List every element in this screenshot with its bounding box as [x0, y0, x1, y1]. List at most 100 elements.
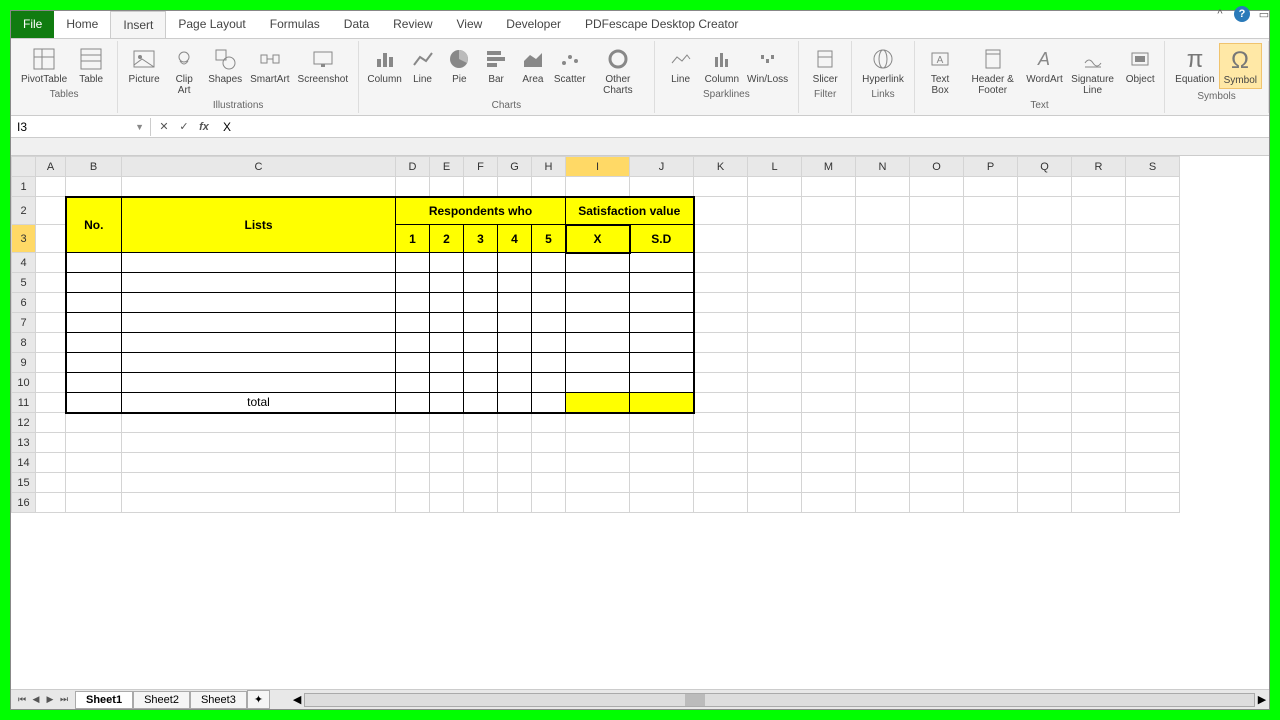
cell-total[interactable]: total: [122, 393, 396, 413]
row-header[interactable]: 14: [12, 453, 36, 473]
symbol-button[interactable]: ΩSymbol: [1219, 43, 1262, 89]
smartart-button[interactable]: SmartArt: [246, 43, 293, 98]
tab-file[interactable]: File: [11, 11, 54, 38]
col-header[interactable]: H: [532, 157, 566, 177]
object-button[interactable]: Object: [1122, 43, 1158, 98]
col-header[interactable]: J: [630, 157, 694, 177]
formula-input[interactable]: [223, 120, 1263, 134]
sheet-nav-next-icon[interactable]: ▶: [43, 694, 57, 705]
sparkline-winloss-button[interactable]: Win/Loss: [743, 43, 792, 87]
area-chart-button[interactable]: Area: [515, 43, 552, 98]
col-header[interactable]: Q: [1018, 157, 1072, 177]
cell-r1[interactable]: 1: [396, 225, 430, 253]
fx-icon[interactable]: fx: [195, 118, 213, 136]
tab-insert[interactable]: Insert: [110, 11, 166, 38]
clipart-button[interactable]: Clip Art: [164, 43, 204, 98]
row-header[interactable]: 12: [12, 413, 36, 433]
tab-data[interactable]: Data: [332, 11, 381, 38]
line-chart-button[interactable]: Line: [404, 43, 441, 98]
textbox-button[interactable]: AText Box: [921, 43, 959, 98]
cell-r5[interactable]: 5: [532, 225, 566, 253]
col-header[interactable]: S: [1126, 157, 1180, 177]
cancel-icon[interactable]: ✕: [155, 118, 173, 136]
horizontal-scrollbar[interactable]: ◀ ▶: [290, 693, 1269, 707]
row-header[interactable]: 15: [12, 473, 36, 493]
row-header[interactable]: 10: [12, 373, 36, 393]
tab-formulas[interactable]: Formulas: [258, 11, 332, 38]
enter-icon[interactable]: ✓: [175, 118, 193, 136]
row-header[interactable]: 7: [12, 313, 36, 333]
row-header[interactable]: 16: [12, 493, 36, 513]
table-button[interactable]: Table: [71, 43, 111, 87]
scatter-chart-button[interactable]: Scatter: [551, 43, 588, 98]
new-sheet-button[interactable]: ✦: [247, 690, 270, 709]
sheet-nav-prev-icon[interactable]: ◀: [29, 694, 43, 705]
tab-page-layout[interactable]: Page Layout: [166, 11, 257, 38]
cell-respondents-header[interactable]: Respondents who: [396, 197, 566, 225]
cell-r4[interactable]: 4: [498, 225, 532, 253]
col-header[interactable]: M: [802, 157, 856, 177]
row-header[interactable]: 6: [12, 293, 36, 313]
tab-pdfescape[interactable]: PDFescape Desktop Creator: [573, 11, 750, 38]
header-footer-button[interactable]: Header & Footer: [959, 43, 1026, 98]
col-header[interactable]: P: [964, 157, 1018, 177]
window-icon[interactable]: ▭: [1256, 6, 1272, 22]
wordart-button[interactable]: AWordArt: [1026, 43, 1063, 98]
cell-lists-header[interactable]: Lists: [122, 197, 396, 253]
col-header[interactable]: F: [464, 157, 498, 177]
hyperlink-button[interactable]: Hyperlink: [858, 43, 908, 87]
shapes-button[interactable]: Shapes: [204, 43, 246, 98]
row-header[interactable]: 8: [12, 333, 36, 353]
worksheet-grid[interactable]: A B C D E F G H I J K L M N O P Q R S 1: [11, 156, 1269, 689]
sheet-nav-last-icon[interactable]: ⏭: [57, 694, 71, 705]
col-header[interactable]: G: [498, 157, 532, 177]
tab-review[interactable]: Review: [381, 11, 444, 38]
screenshot-button[interactable]: Screenshot: [294, 43, 353, 98]
help-icon[interactable]: ?: [1234, 6, 1250, 22]
sheet-tab-1[interactable]: Sheet1: [75, 691, 133, 709]
equation-button[interactable]: πEquation: [1171, 43, 1218, 89]
row-header[interactable]: 9: [12, 353, 36, 373]
row-header[interactable]: 2: [12, 197, 36, 225]
cell-r3[interactable]: 3: [464, 225, 498, 253]
tab-developer[interactable]: Developer: [494, 11, 573, 38]
sheet-tab-2[interactable]: Sheet2: [133, 691, 190, 709]
name-box-input[interactable]: [17, 120, 135, 134]
col-header[interactable]: D: [396, 157, 430, 177]
formula-input-wrap[interactable]: [217, 118, 1269, 136]
row-header[interactable]: 4: [12, 253, 36, 273]
cell-r2[interactable]: 2: [430, 225, 464, 253]
col-header[interactable]: I: [566, 157, 630, 177]
cell-sd[interactable]: S.D: [630, 225, 694, 253]
col-header[interactable]: A: [36, 157, 66, 177]
pivottable-button[interactable]: PivotTable: [17, 43, 71, 87]
col-header[interactable]: C: [122, 157, 396, 177]
slicer-button[interactable]: Slicer: [805, 43, 845, 87]
cell-no-header[interactable]: No.: [66, 197, 122, 253]
row-header[interactable]: 11: [12, 393, 36, 413]
sparkline-column-button[interactable]: Column: [701, 43, 743, 87]
signature-button[interactable]: Signature Line: [1063, 43, 1122, 98]
col-header[interactable]: K: [694, 157, 748, 177]
column-chart-button[interactable]: Column: [365, 43, 404, 98]
row-header[interactable]: 5: [12, 273, 36, 293]
row-header[interactable]: 13: [12, 433, 36, 453]
col-header[interactable]: E: [430, 157, 464, 177]
sheet-nav-first-icon[interactable]: ⏮: [15, 694, 29, 705]
col-header[interactable]: N: [856, 157, 910, 177]
row-header[interactable]: 1: [12, 177, 36, 197]
row-header[interactable]: 3: [12, 225, 36, 253]
sheet-tab-3[interactable]: Sheet3: [190, 691, 247, 709]
col-header[interactable]: O: [910, 157, 964, 177]
other-charts-button[interactable]: Other Charts: [588, 43, 648, 98]
cell-x-active[interactable]: X: [566, 225, 630, 253]
col-header[interactable]: R: [1072, 157, 1126, 177]
name-box[interactable]: ▼: [11, 118, 151, 136]
cell-satisfaction-header[interactable]: Satisfaction value: [566, 197, 694, 225]
select-all-corner[interactable]: [12, 157, 36, 177]
picture-button[interactable]: Picture: [124, 43, 164, 98]
sparkline-line-button[interactable]: Line: [661, 43, 701, 87]
bar-chart-button[interactable]: Bar: [478, 43, 515, 98]
col-header[interactable]: B: [66, 157, 122, 177]
minimize-ribbon-icon[interactable]: ^: [1212, 6, 1228, 22]
